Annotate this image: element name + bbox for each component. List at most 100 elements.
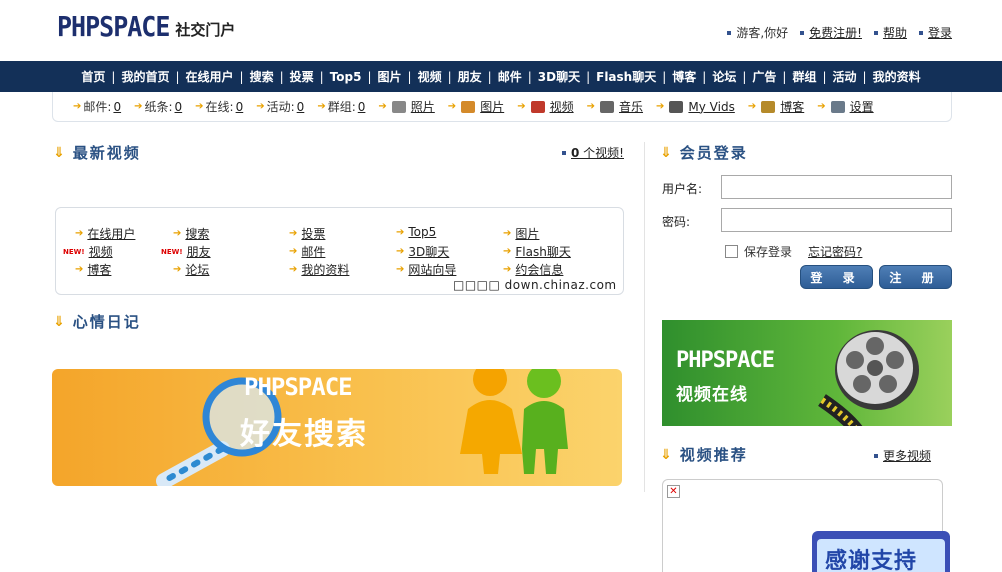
quick-link-item[interactable]: ➔ 约会信息 — [503, 261, 563, 278]
nav-item[interactable]: 3D聊天 — [532, 68, 586, 85]
nav-item[interactable]: Top5 — [324, 70, 368, 84]
quick-link-item[interactable]: ➔ 网站向导 — [396, 261, 456, 278]
nav-item[interactable]: 朋友 — [452, 68, 488, 85]
quick-link[interactable]: 3D聊天 — [408, 243, 449, 260]
register-link[interactable]: 免费注册! — [809, 24, 862, 41]
video-online-banner[interactable]: PHPSPACE 视频在线 — [662, 320, 952, 426]
arrow-right-icon: ➔ — [173, 264, 182, 275]
arrow-right-icon: ➔ — [289, 228, 298, 239]
thanks-badge[interactable]: 感谢支持 — [812, 531, 950, 572]
arrow-right-icon: ➔ — [289, 264, 298, 275]
arrow-right-icon: ➔ — [503, 264, 512, 275]
quick-link[interactable]: 搜索 — [185, 225, 209, 242]
diary-title: ⇓ 心情日记 — [53, 313, 141, 331]
password-input[interactable] — [721, 208, 952, 232]
nav-item[interactable]: 博客 — [666, 68, 702, 85]
arrow-right-icon: ➔ — [396, 264, 405, 275]
subbar-link-item[interactable]: ➔ 照片 — [378, 98, 434, 115]
quick-link[interactable]: 视频 — [89, 243, 113, 260]
gear-icon — [830, 100, 845, 113]
login-button[interactable]: 登 录 — [800, 265, 873, 289]
arrow-right-icon: ➔ — [747, 101, 757, 112]
quick-link[interactable]: 图片 — [515, 225, 539, 242]
nav-item[interactable]: 群组 — [786, 68, 822, 85]
nav-item[interactable]: 论坛 — [706, 68, 742, 85]
quick-link[interactable]: 投票 — [301, 225, 325, 242]
quick-link[interactable]: 我的资料 — [301, 261, 349, 278]
subbar-link[interactable]: 图片 — [480, 98, 504, 115]
quick-link[interactable]: 约会信息 — [515, 261, 563, 278]
subbar-link[interactable]: 设置 — [850, 98, 874, 115]
quick-link-item[interactable]: ➔ 在线用户 — [75, 225, 135, 242]
register-button[interactable]: 注 册 — [879, 265, 952, 289]
main-nav: 首页 | 我的首页 | 在线用户 | 搜索 | 投票 | Top5 | 图片 | 视频 | 朋友 | 邮件 | 3D聊天… — [0, 61, 1002, 92]
stat-value-link[interactable]: 0 — [175, 100, 183, 114]
nav-item[interactable]: 我的资料 — [867, 68, 927, 85]
subbar-link[interactable]: 视频 — [550, 98, 574, 115]
nav-item[interactable]: 投票 — [284, 68, 320, 85]
quick-link-item[interactable]: NEW! 视频 — [63, 243, 113, 260]
stat-item: ➔ 群组: 0 — [317, 99, 366, 115]
more-videos-link[interactable]: 更多视频 — [883, 447, 931, 464]
nav-item[interactable]: 视频 — [412, 68, 448, 85]
video-banner-subtitle: 视频在线 — [676, 385, 748, 405]
subbar-link-item[interactable]: ➔ 博客 — [748, 98, 804, 115]
bullet-icon — [874, 453, 878, 458]
arrow-right-icon: ➔ — [75, 228, 84, 239]
stat-item: ➔ 纸条: 0 — [134, 99, 183, 115]
video-banner-title: PHPSPACE — [676, 348, 775, 373]
banner-title: PHPSPACE — [244, 373, 353, 401]
subbar-link-item[interactable]: ➔ 设置 — [817, 98, 873, 115]
subbar-link[interactable]: 音乐 — [619, 98, 643, 115]
stat-value-link[interactable]: 0 — [113, 100, 121, 114]
subbar-link-item[interactable]: ➔ 图片 — [448, 98, 504, 115]
quick-link-item[interactable]: NEW! 朋友 — [161, 243, 211, 260]
forgot-password-link[interactable]: 忘记密码? — [808, 243, 862, 260]
stat-value-link[interactable]: 0 — [297, 100, 305, 114]
nav-item[interactable]: 我的首页 — [115, 68, 175, 85]
video-count-link[interactable]: 0 个视频! — [571, 144, 624, 161]
quick-link-item[interactable]: ➔ 投票 — [289, 225, 325, 242]
stat-value-link[interactable]: 0 — [236, 100, 244, 114]
help-link[interactable]: 帮助 — [883, 24, 907, 41]
quick-link-item[interactable]: ➔ 论坛 — [173, 261, 209, 278]
subbar-link[interactable]: 照片 — [411, 98, 435, 115]
nav-item[interactable]: 活动 — [827, 68, 863, 85]
quick-link[interactable]: 博客 — [87, 261, 111, 278]
friend-search-banner[interactable]: PHPSPACE 好友搜索 — [52, 369, 622, 486]
quick-link[interactable]: Flash聊天 — [515, 243, 570, 260]
subbar-link-item[interactable]: ➔ My Vids — [656, 100, 735, 114]
site-logo[interactable]: PHPSPACE 社交门户 — [57, 11, 235, 43]
subbar-link[interactable]: My Vids — [688, 100, 734, 114]
quick-link[interactable]: 论坛 — [185, 261, 209, 278]
nav-item[interactable]: 广告 — [746, 68, 782, 85]
nav-item[interactable]: 首页 — [75, 68, 111, 85]
nav-item[interactable]: Flash聊天 — [590, 68, 662, 85]
nav-item[interactable]: 搜索 — [244, 68, 280, 85]
quick-link[interactable]: 朋友 — [187, 243, 211, 260]
username-input[interactable] — [721, 175, 952, 199]
quick-link[interactable]: 邮件 — [301, 243, 325, 260]
remember-checkbox[interactable] — [725, 245, 738, 258]
subbar-link-item[interactable]: ➔ 视频 — [517, 98, 573, 115]
down-arrow-icon: ⇓ — [53, 313, 67, 330]
quick-link-item[interactable]: ➔ 3D聊天 — [396, 243, 449, 260]
quick-link[interactable]: Top5 — [408, 225, 436, 239]
stat-value-link[interactable]: 0 — [358, 100, 366, 114]
subbar-link-item[interactable]: ➔ 音乐 — [587, 98, 643, 115]
quick-link-item[interactable]: ➔ 邮件 — [289, 243, 325, 260]
nav-item[interactable]: 邮件 — [492, 68, 528, 85]
quick-link-item[interactable]: ➔ Flash聊天 — [503, 243, 571, 260]
nav-item[interactable]: 在线用户 — [180, 68, 240, 85]
quick-link-item[interactable]: ➔ 博客 — [75, 261, 111, 278]
login-link[interactable]: 登录 — [928, 24, 952, 41]
quick-link-item[interactable]: ➔ 我的资料 — [289, 261, 349, 278]
nav-item[interactable]: 图片 — [372, 68, 408, 85]
quick-link-item[interactable]: ➔ 图片 — [503, 225, 539, 242]
quick-link[interactable]: 网站向导 — [408, 261, 456, 278]
subbar-link[interactable]: 博客 — [780, 98, 804, 115]
quick-link-item[interactable]: ➔ 搜索 — [173, 225, 209, 242]
quick-link[interactable]: 在线用户 — [87, 225, 135, 242]
disc-icon — [600, 100, 614, 113]
quick-link-item[interactable]: ➔ Top5 — [396, 225, 436, 239]
